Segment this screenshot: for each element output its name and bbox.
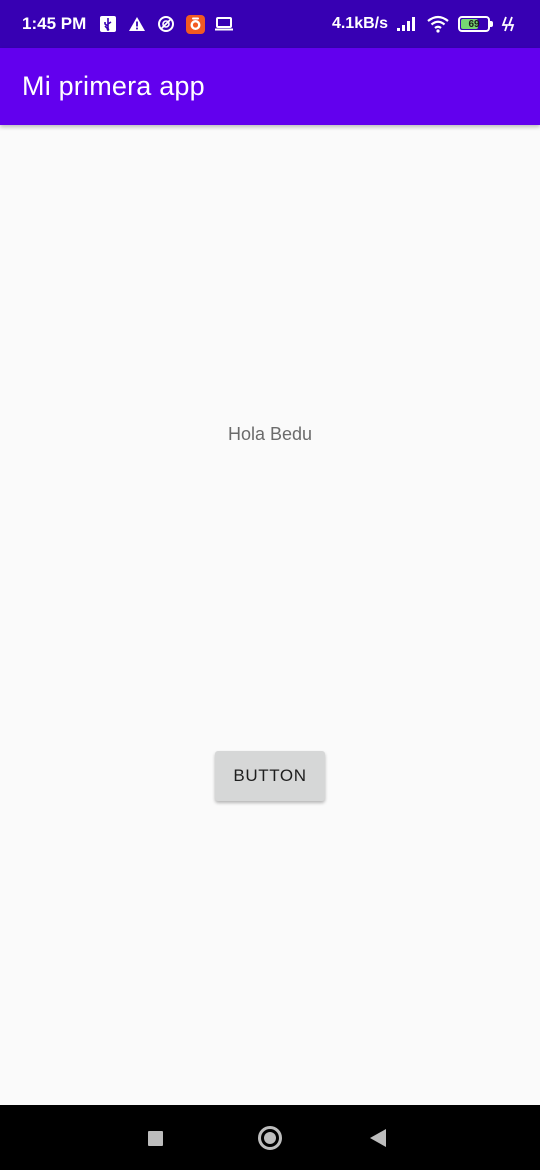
app-notification-icon [185, 14, 205, 34]
app-title: Mi primera app [22, 71, 205, 101]
back-icon[interactable] [370, 1129, 386, 1147]
home-icon[interactable] [258, 1126, 282, 1150]
navigation-bar [0, 1105, 540, 1170]
charging-icon [498, 14, 518, 34]
usb-icon [98, 14, 118, 34]
signal-icon [396, 14, 418, 34]
network-speed: 4.1kB/s [331, 15, 388, 32]
warning-icon [127, 14, 147, 34]
app-screen: 1:45 PM 4.1kB/s 69 Mi primera app Hola B… [0, 0, 540, 1170]
status-bar-left: 1:45 PM [22, 14, 234, 34]
do-not-disturb-icon [156, 14, 176, 34]
battery-icon: 69 [458, 16, 493, 32]
hello-text: Hola Bedu [227, 424, 313, 444]
battery-level: 69 [468, 18, 480, 30]
laptop-icon [214, 14, 234, 34]
wifi-icon [426, 14, 450, 34]
status-bar: 1:45 PM 4.1kB/s 69 [0, 0, 540, 48]
recents-icon[interactable] [148, 1131, 163, 1146]
battery-tip [490, 21, 493, 27]
main-button[interactable]: BUTTON [215, 751, 325, 801]
app-bar: Mi primera app [0, 48, 540, 125]
status-bar-right: 4.1kB/s 69 [332, 14, 518, 34]
status-time: 1:45 PM [22, 14, 87, 33]
